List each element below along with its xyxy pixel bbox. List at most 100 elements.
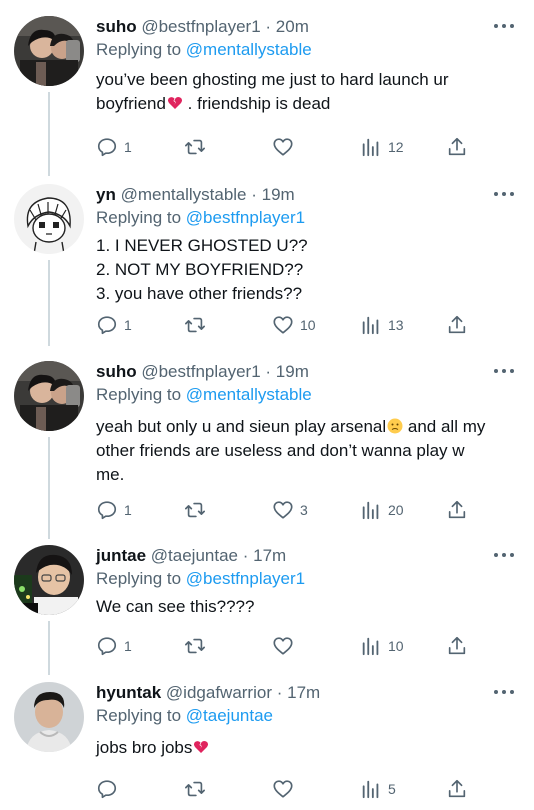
reply-icon (97, 138, 117, 157)
reply-button[interactable]: 1 (96, 134, 132, 160)
handle[interactable]: @mentallystable (121, 185, 247, 204)
share-icon (448, 315, 466, 334)
views-button[interactable]: 13 (360, 312, 404, 338)
mention-link[interactable]: @mentallystable (186, 40, 312, 59)
mention-link[interactable]: @taejuntae (186, 706, 273, 725)
reply-button[interactable] (96, 776, 124, 802)
avatar[interactable] (14, 545, 84, 615)
display-name[interactable]: suho (96, 362, 137, 381)
timestamp[interactable]: · 20m (265, 17, 308, 36)
tweet[interactable]: yn @mentallystable · 19m Replying to @be… (0, 184, 534, 346)
views-button[interactable]: 20 (360, 497, 404, 523)
retweet-button[interactable] (184, 633, 212, 659)
retweet-button[interactable] (184, 134, 212, 160)
like-count: 10 (300, 317, 316, 333)
thread-line (48, 92, 50, 176)
timestamp[interactable]: · 17m (277, 683, 320, 702)
more-icon[interactable] (494, 24, 514, 30)
avatar[interactable] (14, 682, 84, 752)
more-icon[interactable] (494, 553, 514, 559)
timestamp[interactable]: · 19m (251, 185, 294, 204)
share-button[interactable] (446, 633, 468, 659)
replying-to: Replying to @bestfnplayer1 (96, 208, 306, 227)
retweet-icon (185, 781, 205, 797)
reply-button[interactable]: 1 (96, 633, 132, 659)
share-icon (448, 500, 466, 519)
share-icon (448, 137, 466, 156)
views-button[interactable]: 12 (360, 134, 404, 160)
more-icon[interactable] (494, 369, 514, 375)
more-icon[interactable] (494, 690, 514, 696)
tweet[interactable]: hyuntak @idgafwarrior · 17m Replying to … (0, 682, 534, 810)
reply-icon (97, 780, 117, 799)
like-button[interactable] (272, 633, 300, 659)
frowning-face-emoji-icon (387, 418, 403, 434)
tweet-actions: 1 12 (96, 134, 476, 160)
reply-count: 1 (124, 139, 132, 155)
mention-link[interactable]: @bestfnplayer1 (186, 208, 305, 227)
retweet-icon (185, 502, 205, 518)
tweet-text: jobs bro jobs (96, 736, 516, 760)
handle[interactable]: @taejuntae (151, 546, 238, 565)
retweet-button[interactable] (184, 312, 212, 338)
tweet-text: 1. I NEVER GHOSTED U?? 2. NOT MY BOYFRIE… (96, 236, 308, 303)
reply-button[interactable]: 1 (96, 312, 132, 338)
tweet-text: We can see this???? (96, 597, 255, 616)
share-button[interactable] (446, 776, 468, 802)
reply-icon (97, 316, 117, 335)
replying-to: Replying to @mentallystable (96, 385, 312, 404)
retweet-icon (185, 638, 205, 654)
tweet-actions: 1 10 13 (96, 312, 476, 338)
display-name[interactable]: juntae (96, 546, 146, 565)
display-name[interactable]: yn (96, 185, 116, 204)
tweet[interactable]: suho @bestfnplayer1 · 19m Replying to @m… (0, 361, 534, 539)
reply-icon (97, 501, 117, 520)
handle[interactable]: @bestfnplayer1 (141, 362, 260, 381)
mention-link[interactable]: @mentallystable (186, 385, 312, 404)
display-name[interactable]: suho (96, 17, 137, 36)
thread-line (48, 437, 50, 539)
views-button[interactable]: 5 (360, 776, 396, 802)
views-icon (362, 138, 379, 157)
thread-line (48, 260, 50, 346)
tweet-actions: 1 3 20 (96, 497, 476, 523)
share-button[interactable] (446, 497, 468, 523)
tweet-text: yeah but only u and sieun play arsenal a… (96, 417, 486, 484)
handle[interactable]: @bestfnplayer1 (141, 17, 260, 36)
avatar[interactable] (14, 184, 84, 254)
like-count: 3 (300, 502, 308, 518)
mention-link[interactable]: @bestfnplayer1 (186, 569, 305, 588)
juntae-avatar-image (14, 545, 84, 615)
reply-button[interactable]: 1 (96, 497, 132, 523)
suho-avatar-image (14, 16, 84, 86)
timestamp[interactable]: · 19m (265, 362, 308, 381)
replying-to: Replying to @bestfnplayer1 (96, 569, 306, 588)
like-button[interactable] (272, 134, 300, 160)
views-button[interactable]: 10 (360, 633, 404, 659)
views-icon (362, 637, 379, 656)
views-icon (362, 780, 379, 799)
share-button[interactable] (446, 134, 468, 160)
tweet[interactable]: juntae @taejuntae · 17m Replying to @bes… (0, 545, 534, 675)
retweet-icon (185, 139, 205, 155)
retweet-button[interactable] (184, 776, 212, 802)
handle[interactable]: @idgafwarrior (166, 683, 272, 702)
tweet[interactable]: suho @bestfnplayer1 · 20m Replying to @m… (0, 16, 534, 176)
views-count: 5 (388, 781, 396, 797)
avatar[interactable] (14, 361, 84, 431)
display-name[interactable]: hyuntak (96, 683, 161, 702)
retweet-button[interactable] (184, 497, 212, 523)
reply-thread: suho @bestfnplayer1 · 20m Replying to @m… (0, 0, 534, 810)
views-icon (362, 316, 379, 335)
more-icon[interactable] (494, 192, 514, 198)
like-icon (273, 637, 293, 655)
like-button[interactable]: 10 (272, 312, 316, 338)
reply-icon (97, 637, 117, 656)
like-button[interactable] (272, 776, 300, 802)
share-button[interactable] (446, 312, 468, 338)
like-button[interactable]: 3 (272, 497, 308, 523)
timestamp[interactable]: · 17m (243, 546, 286, 565)
avatar[interactable] (14, 16, 84, 86)
views-count: 20 (388, 502, 404, 518)
suho-avatar-image (14, 361, 84, 431)
